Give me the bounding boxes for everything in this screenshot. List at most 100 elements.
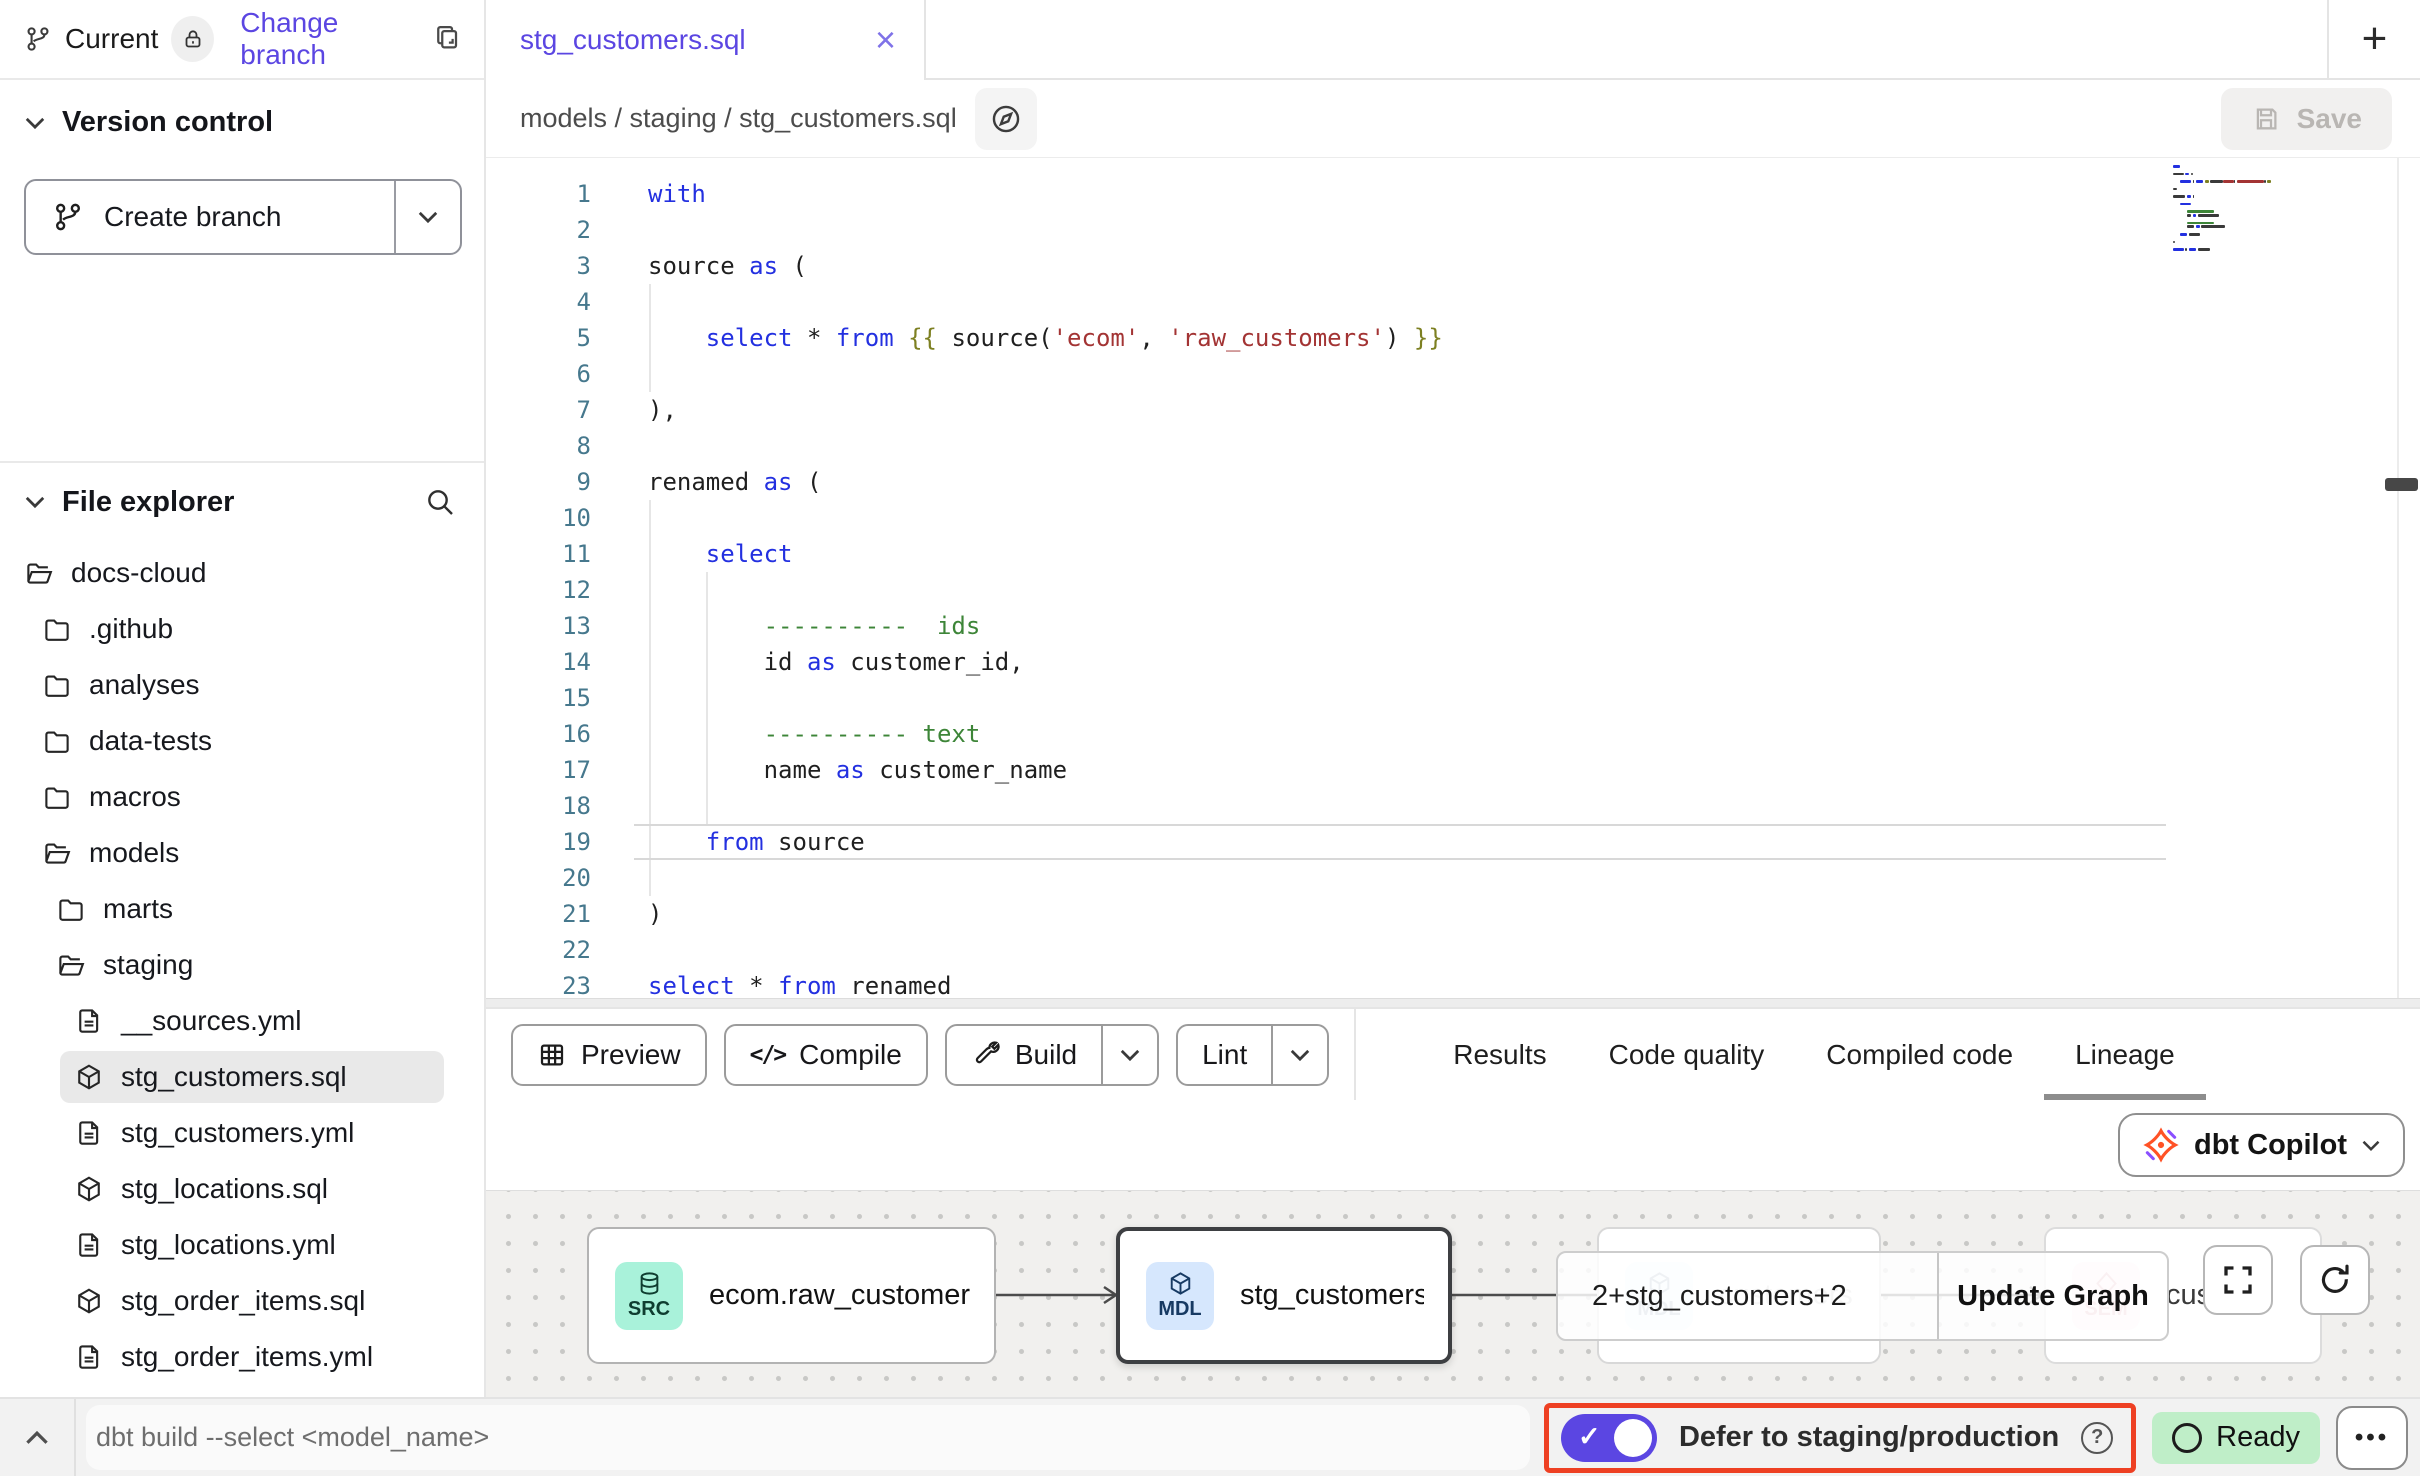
collapse-panel-button[interactable]: [0, 1399, 76, 1476]
overflow-menu-button[interactable]: •••: [2336, 1406, 2408, 1470]
file-item-marts[interactable]: marts: [0, 881, 484, 937]
code-editor[interactable]: 1with23source as (45 select * from {{ so…: [486, 158, 2420, 1007]
database-icon: [636, 1270, 663, 1297]
editor-scrollbar[interactable]: [2397, 158, 2399, 1007]
code-line-17[interactable]: 17 name as customer_name: [486, 752, 2420, 788]
help-icon[interactable]: ?: [2081, 1422, 2113, 1454]
file-item-stg_locations.sql[interactable]: stg_locations.sql: [0, 1161, 484, 1217]
file-doc-icon: [74, 1230, 104, 1260]
code-line-19[interactable]: 19 from source: [486, 824, 2420, 860]
close-icon[interactable]: ×: [875, 22, 896, 58]
change-branch-link[interactable]: Change branch: [240, 7, 419, 71]
code-line-22[interactable]: 22: [486, 932, 2420, 968]
code-lines: 1with23source as (45 select * from {{ so…: [486, 176, 2420, 1007]
file-item-docs-cloud[interactable]: docs-cloud: [0, 545, 484, 601]
new-tab-button[interactable]: +: [2327, 0, 2420, 80]
file-item-.github[interactable]: .github: [0, 601, 484, 657]
build-button[interactable]: Build: [945, 1024, 1159, 1086]
lineage-compass-button[interactable]: [975, 88, 1037, 150]
file-item-stg_locations.yml[interactable]: stg_locations.yml: [0, 1217, 484, 1273]
compass-icon: [989, 102, 1023, 136]
code-line-7[interactable]: 7),: [486, 392, 2420, 428]
file-tree-item-label: stg_customers.yml: [121, 1117, 354, 1149]
tab-title: stg_customers.sql: [520, 24, 875, 56]
file-item-analyses[interactable]: analyses: [0, 657, 484, 713]
minimap[interactable]: [2173, 165, 2305, 263]
tab-results[interactable]: Results: [1422, 1009, 1577, 1100]
cube-icon: [1167, 1270, 1194, 1297]
file-item-data-tests[interactable]: data-tests: [0, 713, 484, 769]
code-line-9[interactable]: 9renamed as (: [486, 464, 2420, 500]
defer-toggle[interactable]: ✓: [1561, 1414, 1657, 1462]
file-item-macros[interactable]: macros: [0, 769, 484, 825]
code-line-12[interactable]: 12: [486, 572, 2420, 608]
tab-stg-customers-sql[interactable]: stg_customers.sql ×: [486, 0, 926, 80]
preview-label: Preview: [581, 1039, 681, 1071]
refresh-button[interactable]: [2300, 1245, 2370, 1315]
code-line-3[interactable]: 3source as (: [486, 248, 2420, 284]
command-input[interactable]: [96, 1422, 1520, 1453]
file-tree-item-label: stg_locations.sql: [121, 1173, 328, 1205]
chevron-down-icon[interactable]: [24, 116, 46, 130]
save-button[interactable]: Save: [2221, 88, 2392, 150]
code-line-16[interactable]: 16 ---------- text: [486, 716, 2420, 752]
code-line-6[interactable]: 6: [486, 356, 2420, 392]
create-branch-button[interactable]: Create branch: [24, 179, 462, 255]
chevron-down-icon[interactable]: [24, 495, 46, 509]
copy-button[interactable]: [432, 22, 462, 57]
code-line-21[interactable]: 21): [486, 896, 2420, 932]
code-line-8[interactable]: 8: [486, 428, 2420, 464]
file-tree-item-label: data-tests: [89, 725, 212, 757]
code-line-13[interactable]: 13 ---------- ids: [486, 608, 2420, 644]
breadcrumb: models / staging / stg_customers.sql: [520, 103, 957, 134]
lineage-canvas[interactable]: SRC ecom.raw_customers MDL stg_customers…: [486, 1190, 2420, 1397]
code-line-5[interactable]: 5 select * from {{ source('ecom', 'raw_c…: [486, 320, 2420, 356]
update-graph-button[interactable]: Update Graph: [1937, 1253, 2167, 1339]
dbt-copilot-button[interactable]: dbt Copilot: [2118, 1113, 2405, 1177]
lineage-node-stg-customers[interactable]: MDL stg_customers: [1116, 1227, 1452, 1364]
lineage-filter-bar: Update Graph: [1556, 1251, 2169, 1341]
search-icon[interactable]: [424, 486, 456, 518]
lineage-filter-input[interactable]: [1592, 1280, 1937, 1313]
code-line-15[interactable]: 15: [486, 680, 2420, 716]
code-line-18[interactable]: 18: [486, 788, 2420, 824]
tab-code-quality[interactable]: Code quality: [1578, 1009, 1796, 1100]
lineage-node-source[interactable]: SRC ecom.raw_customers: [587, 1227, 996, 1364]
tab-compiled-code[interactable]: Compiled code: [1795, 1009, 2044, 1100]
code-line-11[interactable]: 11 select: [486, 536, 2420, 572]
compile-button[interactable]: </> Compile: [724, 1024, 928, 1086]
create-branch-dropdown[interactable]: [394, 181, 460, 253]
branch-lock-button[interactable]: [171, 16, 214, 62]
file-doc-icon: [74, 1342, 104, 1372]
code-line-4[interactable]: 4: [486, 284, 2420, 320]
code-line-10[interactable]: 10: [486, 500, 2420, 536]
editor-horizontal-scrollbar[interactable]: [486, 998, 2420, 1007]
tab-lineage[interactable]: Lineage: [2044, 1009, 2206, 1100]
file-tree-item-label: marts: [103, 893, 173, 925]
source-badge: SRC: [615, 1262, 683, 1330]
file-item-__sources.yml[interactable]: __sources.yml: [0, 993, 484, 1049]
code-line-14[interactable]: 14 id as customer_id,: [486, 644, 2420, 680]
code-line-1[interactable]: 1with: [486, 176, 2420, 212]
fullscreen-button[interactable]: [2203, 1245, 2273, 1315]
main-panel: stg_customers.sql × + models / staging /…: [486, 0, 2420, 1397]
file-item-stg_customers.sql[interactable]: stg_customers.sql: [0, 1049, 484, 1105]
preview-button[interactable]: Preview: [511, 1024, 707, 1086]
file-item-stg_order_items.yml[interactable]: stg_order_items.yml: [0, 1329, 484, 1385]
file-item-stg_order_items.sql[interactable]: stg_order_items.sql: [0, 1273, 484, 1329]
file-explorer-title: File explorer: [62, 486, 234, 519]
file-item-staging[interactable]: staging: [0, 937, 484, 993]
folder-icon: [42, 782, 72, 812]
code-line-20[interactable]: 20: [486, 860, 2420, 896]
editor-scrollbar-thumb[interactable]: [2385, 478, 2418, 491]
lint-dropdown[interactable]: [1271, 1026, 1327, 1084]
file-tree-item-label: docs-cloud: [71, 557, 206, 589]
file-item-stg_customers.yml[interactable]: stg_customers.yml: [0, 1105, 484, 1161]
fullscreen-icon: [2220, 1262, 2256, 1298]
chevron-up-icon: [24, 1430, 50, 1446]
code-line-2[interactable]: 2: [486, 212, 2420, 248]
lint-button[interactable]: Lint: [1176, 1024, 1329, 1086]
file-item-models[interactable]: models: [0, 825, 484, 881]
code-icon: </>: [750, 1042, 786, 1068]
build-dropdown[interactable]: [1101, 1026, 1157, 1084]
